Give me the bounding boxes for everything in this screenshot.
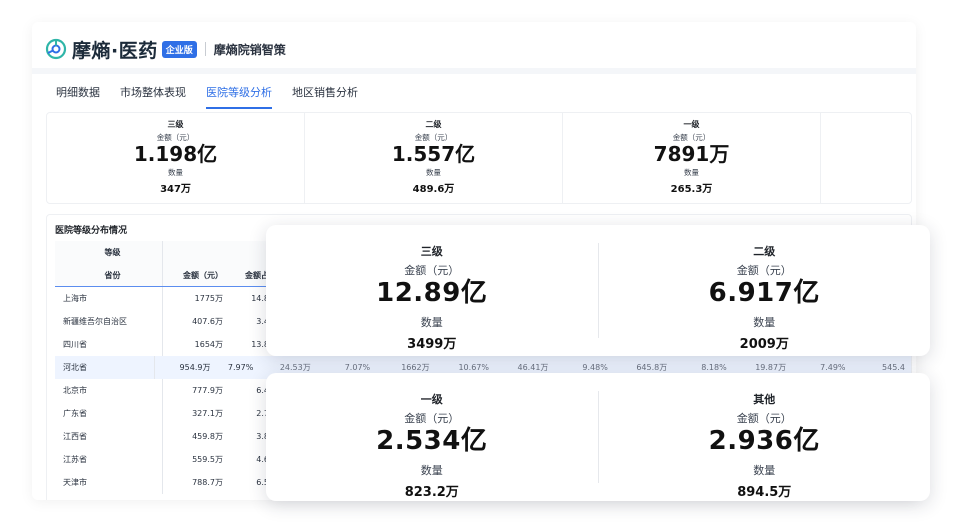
kpi-qty: 894.5万 xyxy=(737,485,792,500)
cell-amount: 1775万 xyxy=(194,294,223,303)
header-level: 等级 xyxy=(55,241,163,264)
kpi-amount-label: 金额（元） xyxy=(736,264,792,277)
cell-value: 7.07% xyxy=(344,363,371,372)
kpi-card-level3: 三级 金额（元） 1.198亿 数量 347万 xyxy=(47,113,305,203)
kpi-card-level1: 一级 金额（元） 7891万 数量 265.3万 xyxy=(563,113,821,203)
kpi-level: 一级 xyxy=(420,393,443,406)
kpi-amount: 2.534亿 xyxy=(376,426,488,456)
edition-badge: 企业版 xyxy=(161,40,197,58)
cell-amount: 954.9万 xyxy=(179,363,211,372)
kpi-amount: 7891万 xyxy=(653,142,730,166)
cell-value: 645.8万 xyxy=(636,363,668,372)
overlay-kpi-level2: 二级 金额（元） 6.917亿 数量 2009万 xyxy=(597,243,931,352)
kpi-qty-label: 数量 xyxy=(753,316,776,329)
cell-province: 天津市 xyxy=(55,471,163,494)
kpi-qty: 265.3万 xyxy=(670,184,713,195)
cell-value: 19.87万 xyxy=(755,363,787,372)
overlay-kpi-level1: 一级 金额（元） 2.534亿 数量 823.2万 xyxy=(266,391,598,500)
cell-amount: 1654万 xyxy=(194,340,223,349)
cell-amount: 777.9万 xyxy=(192,386,223,395)
kpi-amount: 1.557亿 xyxy=(391,142,476,166)
cell-value: 545.4 xyxy=(882,363,905,372)
cell-share: 7.97% xyxy=(227,363,254,372)
kpi-level: 其他 xyxy=(753,393,776,406)
cell-value: 24.53万 xyxy=(279,363,311,372)
kpi-qty-label: 数量 xyxy=(753,464,776,477)
cell-province: 江西省 xyxy=(55,425,163,448)
kpi-level: 三级 xyxy=(420,245,443,258)
app-header: 摩熵·医药 企业版 摩熵院销智策 xyxy=(44,34,286,64)
kpi-qty: 3499万 xyxy=(407,337,457,352)
header-province[interactable]: 省份 xyxy=(55,264,163,286)
kpi-amount: 2.936亿 xyxy=(708,426,820,456)
cell-amount: 407.6万 xyxy=(192,317,223,326)
cell-value: 46.41万 xyxy=(517,363,549,372)
distribution-title: 医院等级分布情况 xyxy=(55,226,128,236)
cell-value: 7.49% xyxy=(820,363,846,372)
kpi-amount-label: 金额（元） xyxy=(404,412,460,425)
kpi-qty-label: 数量 xyxy=(684,168,699,177)
tab-detail-data[interactable]: 明细数据 xyxy=(56,84,100,109)
cell-amount: 327.1万 xyxy=(192,409,223,418)
kpi-level: 二级 xyxy=(753,245,776,258)
kpi-amount-label: 金额（元） xyxy=(736,412,792,425)
header-divider xyxy=(204,42,206,56)
cell-province: 新疆维吾尔自治区 xyxy=(55,310,163,333)
cell-province: 江苏省 xyxy=(55,448,163,471)
overlay-kpi-level3: 三级 金额（元） 12.89亿 数量 3499万 xyxy=(266,243,598,352)
kpi-summary-row: 三级 金额（元） 1.198亿 数量 347万 二级 金额（元） 1.557亿 … xyxy=(46,112,912,204)
cell-amount: 559.5万 xyxy=(192,455,223,464)
kpi-level: 三级 xyxy=(167,120,184,129)
cell-province: 北京市 xyxy=(55,379,163,402)
cell-province: 河北省 xyxy=(55,356,156,379)
header-amount[interactable]: 金额（元） xyxy=(163,270,229,281)
kpi-qty-label: 数量 xyxy=(168,168,183,177)
header-divider-bar xyxy=(32,68,916,74)
kpi-amount: 12.89亿 xyxy=(376,278,488,308)
kpi-qty: 823.2万 xyxy=(404,485,459,500)
cell-value: 9.48% xyxy=(582,363,608,372)
cell-value: 8.18% xyxy=(701,363,727,372)
kpi-level: 二级 xyxy=(425,120,442,129)
kpi-amount: 1.198亿 xyxy=(133,142,218,166)
kpi-amount: 6.917亿 xyxy=(708,278,820,308)
kpi-qty: 489.6万 xyxy=(412,184,455,195)
overlay-card-bottom: 一级 金额（元） 2.534亿 数量 823.2万 其他 金额（元） 2.936… xyxy=(266,373,930,501)
kpi-qty: 347万 xyxy=(160,184,191,195)
nav-tabs: 明细数据 市场整体表现 医院等级分析 地区销售分析 xyxy=(56,84,378,109)
kpi-qty: 2009万 xyxy=(739,337,789,352)
tab-region-sales[interactable]: 地区销售分析 xyxy=(292,84,358,109)
kpi-level: 一级 xyxy=(683,120,700,129)
kpi-card-level2: 二级 金额（元） 1.557亿 数量 489.6万 xyxy=(305,113,563,203)
kpi-qty-label: 数量 xyxy=(426,168,441,177)
tab-market-overview[interactable]: 市场整体表现 xyxy=(120,84,186,109)
tab-hospital-level[interactable]: 医院等级分析 xyxy=(206,84,272,109)
kpi-amount-label: 金额（元） xyxy=(404,264,460,277)
cell-amount: 459.8万 xyxy=(192,432,223,441)
brand-name: 摩熵·医药 xyxy=(72,39,158,62)
cell-province: 上海市 xyxy=(55,287,163,310)
kpi-qty-label: 数量 xyxy=(420,316,443,329)
cell-province: 广东省 xyxy=(55,402,163,425)
cell-value: 10.67% xyxy=(458,363,489,372)
cell-value: 1662万 xyxy=(401,363,430,372)
molecule-logo-icon xyxy=(44,37,68,61)
overlay-card-top: 三级 金额（元） 12.89亿 数量 3499万 二级 金额（元） 6.917亿… xyxy=(266,225,930,356)
overlay-kpi-other: 其他 金额（元） 2.936亿 数量 894.5万 xyxy=(597,391,931,500)
product-name: 摩熵院销智策 xyxy=(213,42,286,57)
cell-province: 四川省 xyxy=(55,333,163,356)
cell-amount: 788.7万 xyxy=(192,478,223,487)
kpi-qty-label: 数量 xyxy=(420,464,443,477)
